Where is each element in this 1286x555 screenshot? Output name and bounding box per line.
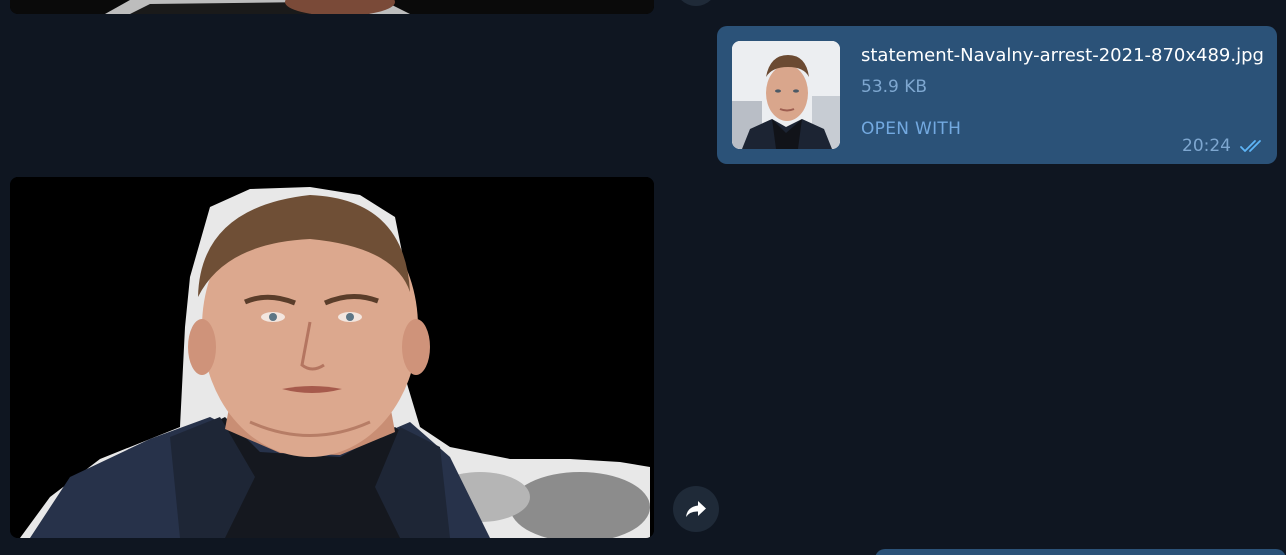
chat-history: statement-Navalny-arrest-2021-870x489.jp…: [0, 0, 1286, 555]
forward-button[interactable]: [673, 486, 719, 532]
open-with-button[interactable]: OPEN WITH: [861, 119, 961, 139]
previous-photo-message[interactable]: [10, 0, 654, 14]
message-meta: 20:24: [1182, 136, 1267, 156]
next-outgoing-message[interactable]: [875, 549, 1286, 555]
outgoing-file-message[interactable]: statement-Navalny-arrest-2021-870x489.jp…: [717, 26, 1277, 164]
forward-arrow-icon: [685, 500, 707, 518]
previous-forward-button[interactable]: [674, 0, 718, 6]
double-check-read-icon: [1239, 138, 1267, 154]
incoming-photo-message[interactable]: [10, 177, 654, 538]
file-size: 53.9 KB: [861, 77, 928, 97]
file-thumbnail[interactable]: [732, 41, 840, 149]
file-name[interactable]: statement-Navalny-arrest-2021-870x489.jp…: [861, 45, 1264, 66]
message-time: 20:24: [1182, 136, 1231, 156]
